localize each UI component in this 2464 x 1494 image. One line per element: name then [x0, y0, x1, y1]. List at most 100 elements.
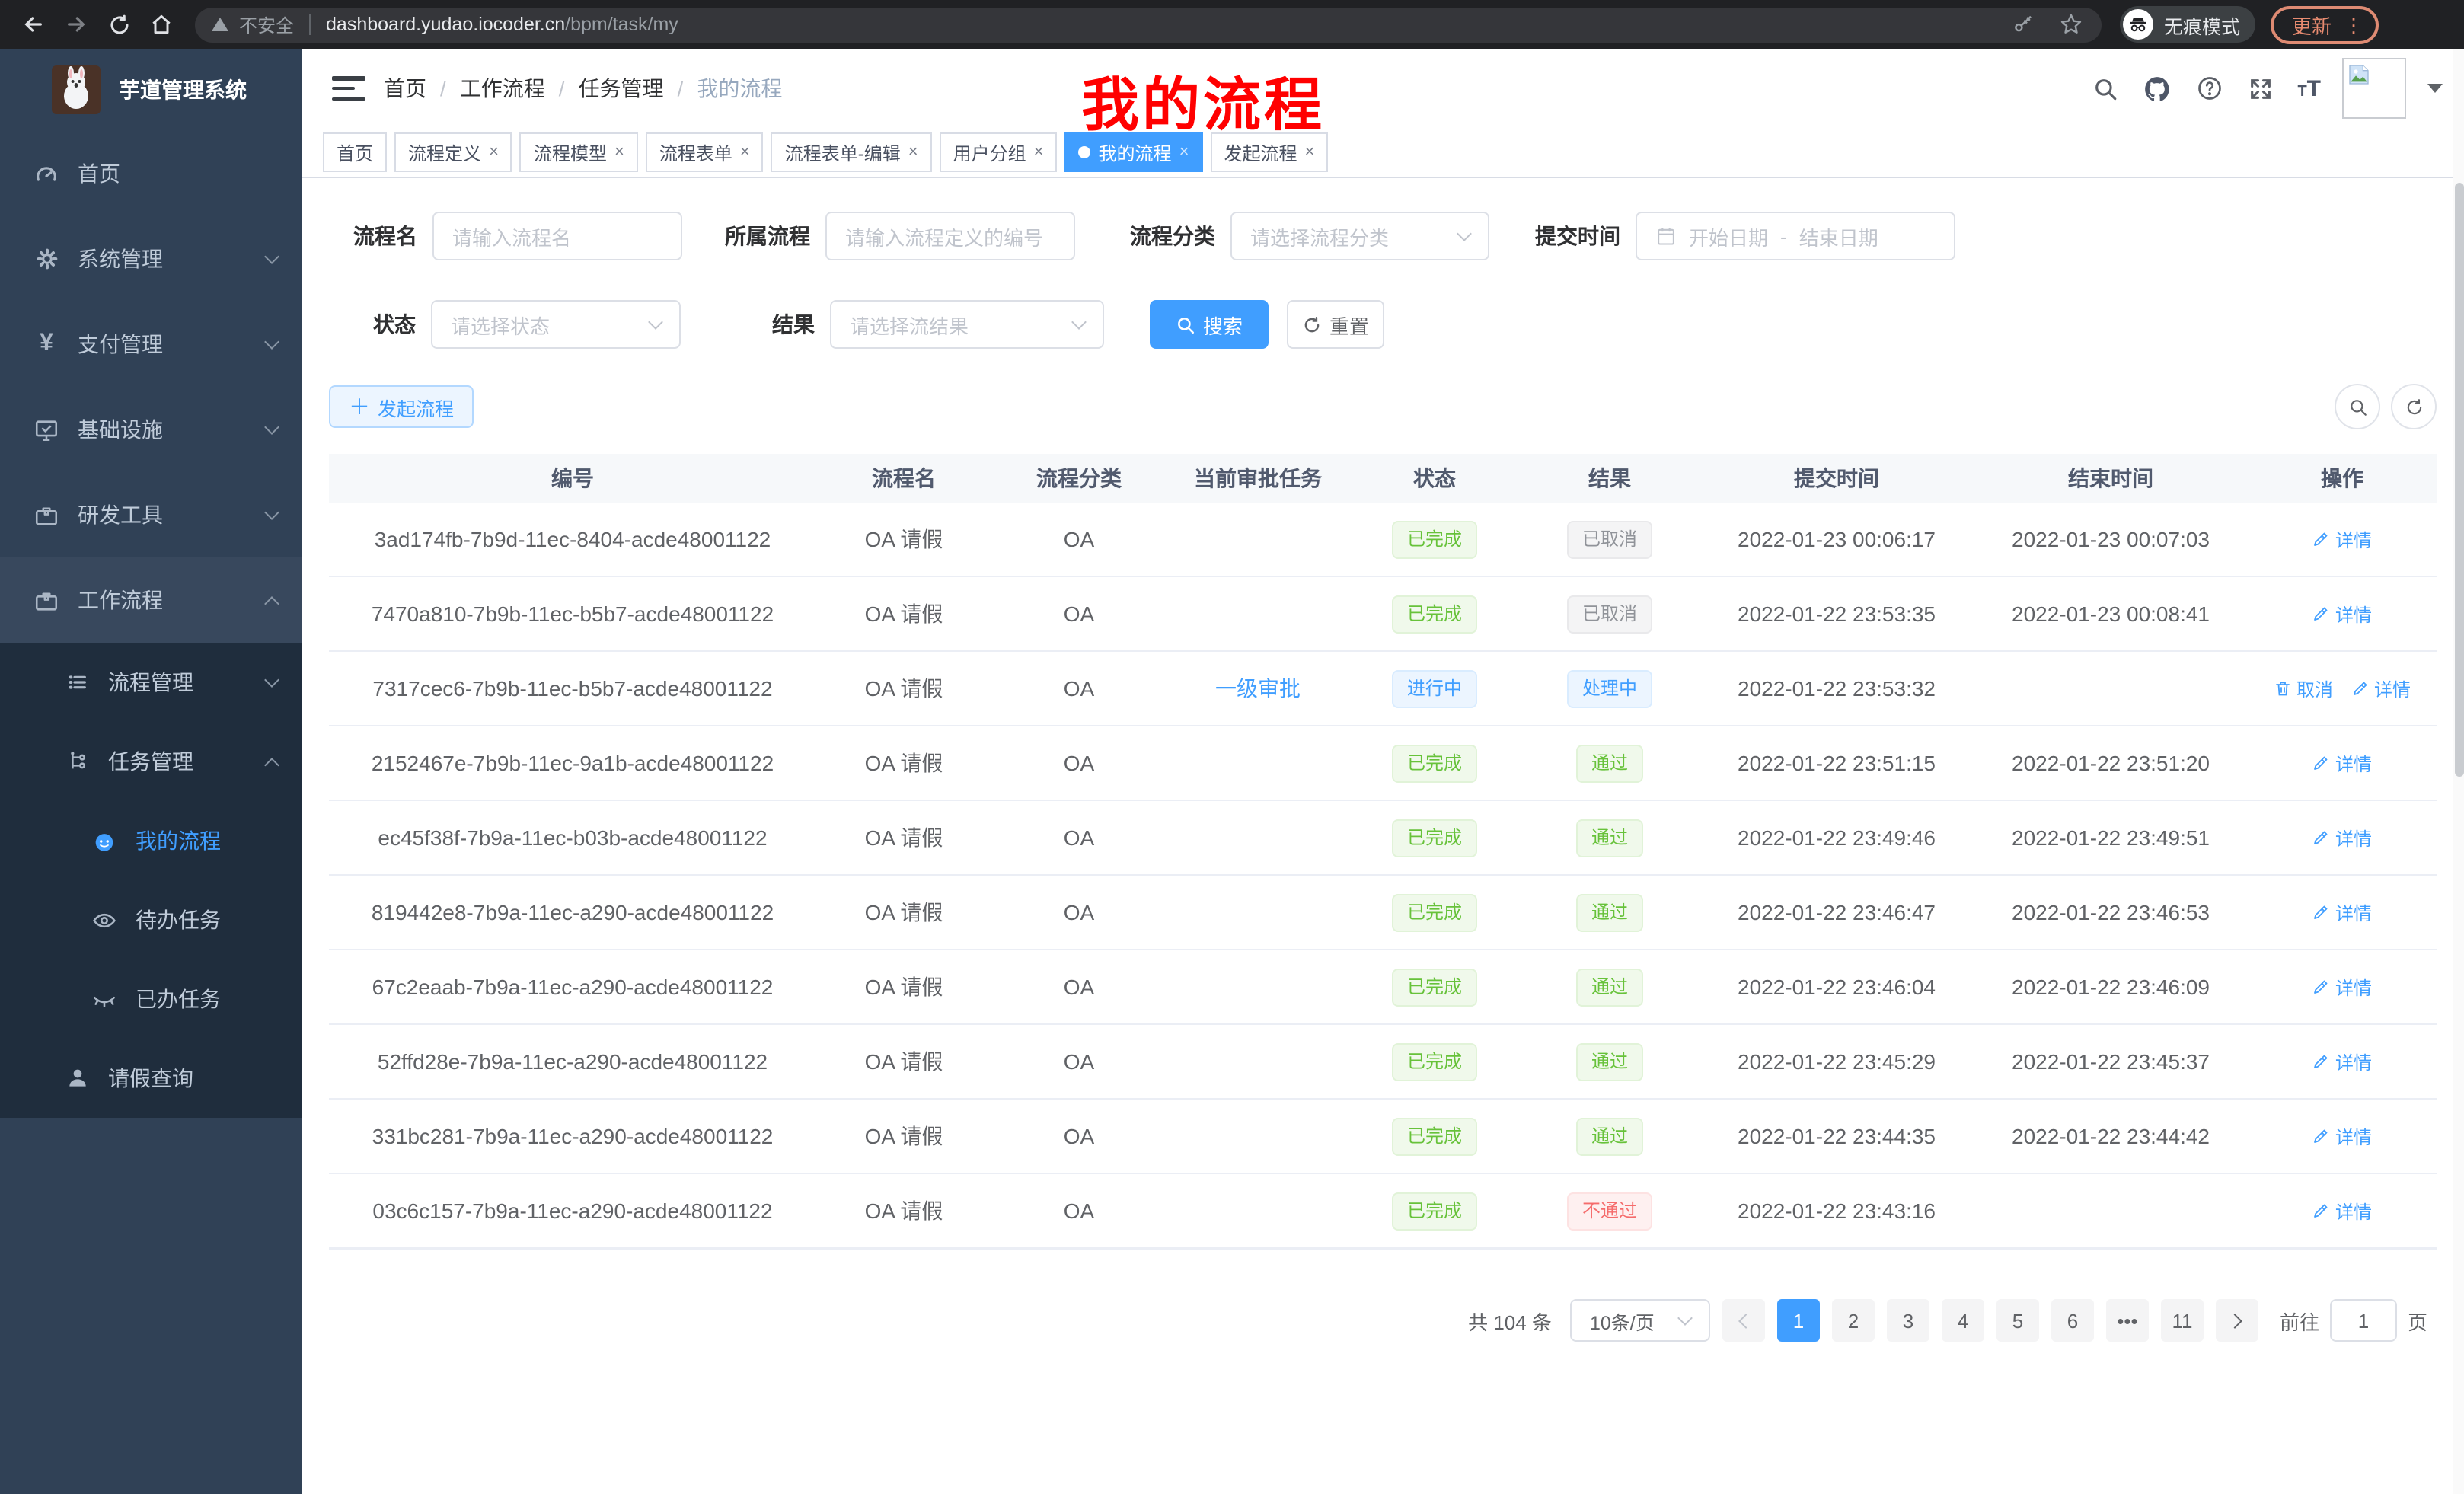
detail-link[interactable]: 详情: [2312, 1123, 2372, 1149]
breadcrumb-task-mgmt[interactable]: 任务管理: [579, 73, 664, 104]
tab-close-icon[interactable]: ×: [1304, 143, 1314, 161]
scrollbar-track[interactable]: [2453, 49, 2464, 1494]
sidebar-item-done-tasks[interactable]: 已办任务: [0, 959, 302, 1039]
result-select[interactable]: 请选择流结果: [830, 300, 1104, 349]
tab-label: 首页: [337, 139, 373, 165]
sidebar-item-my-process[interactable]: 我的流程: [0, 801, 302, 880]
browser-back-icon[interactable]: [12, 3, 55, 46]
search-button[interactable]: 搜索: [1150, 300, 1269, 349]
prev-page-button[interactable]: [1722, 1299, 1765, 1342]
process-name: OA 请假: [816, 748, 991, 778]
bookmark-star-icon[interactable]: [2056, 9, 2086, 40]
sidebar-item-workflow[interactable]: 工作流程: [0, 557, 302, 643]
help-icon[interactable]: [2194, 73, 2224, 104]
page-size-select[interactable]: 10条/页: [1570, 1299, 1710, 1342]
tab[interactable]: 流程表单-编辑 ×: [771, 132, 932, 172]
tab[interactable]: 首页 ×: [323, 132, 387, 172]
page-number-button[interactable]: 4: [1942, 1299, 1984, 1342]
sidebar-item-todo-tasks[interactable]: 待办任务: [0, 880, 302, 959]
cancel-link[interactable]: 取消: [2274, 675, 2333, 701]
browser-update-button[interactable]: 更新 ⋮: [2271, 5, 2379, 43]
url-host: dashboard.yudao.iocoder.cn: [326, 14, 565, 35]
process-name: OA 请假: [816, 1121, 991, 1151]
tab-close-icon[interactable]: ×: [908, 143, 918, 161]
detail-link[interactable]: 详情: [2312, 1049, 2372, 1074]
page-number-button[interactable]: 3: [1887, 1299, 1929, 1342]
sidebar-item-home[interactable]: 首页: [0, 131, 302, 216]
tab-close-icon[interactable]: ×: [740, 143, 750, 161]
tab[interactable]: 用户分组 ×: [940, 132, 1058, 172]
process-name-input[interactable]: 请输入流程名: [432, 212, 682, 260]
page-number-button[interactable]: 6: [2051, 1299, 2094, 1342]
page-number-button[interactable]: 11: [2161, 1299, 2204, 1342]
status-badge: 已完成: [1392, 744, 1477, 782]
detail-link[interactable]: 详情: [2312, 750, 2372, 776]
goto-page-input[interactable]: 1: [2330, 1299, 2397, 1342]
key-icon[interactable]: [2007, 9, 2038, 40]
tab-close-icon[interactable]: ×: [489, 143, 499, 161]
browser-menu-icon[interactable]: ⋮: [2344, 18, 2363, 31]
sidebar-item-process-mgmt[interactable]: 流程管理: [0, 643, 302, 722]
table-row: 3ad174fb-7b9d-11ec-8404-acde48001122 OA …: [329, 503, 2437, 577]
category-select[interactable]: 请选择流程分类: [1230, 212, 1489, 260]
breadcrumb-workflow[interactable]: 工作流程: [460, 73, 545, 104]
submit-time: 2022-01-23 00:06:17: [1700, 527, 1974, 551]
status-select[interactable]: 请选择状态: [431, 300, 681, 349]
tab-label: 发起流程: [1224, 139, 1297, 165]
tab[interactable]: 流程定义 ×: [394, 132, 512, 172]
fullscreen-icon[interactable]: [2245, 73, 2276, 104]
process-name: OA 请假: [816, 1196, 991, 1226]
detail-link[interactable]: 详情: [2312, 1198, 2372, 1224]
end-time: 2022-01-23 00:07:03: [1974, 527, 2248, 551]
tab-close-icon[interactable]: ×: [1179, 143, 1189, 161]
sidebar-item-system[interactable]: 系统管理: [0, 216, 302, 302]
tab[interactable]: 流程模型 ×: [520, 132, 638, 172]
next-page-button[interactable]: [2216, 1299, 2258, 1342]
detail-link[interactable]: 详情: [2351, 675, 2411, 701]
avatar-caret-icon[interactable]: [2427, 84, 2443, 93]
browser-forward-icon[interactable]: [55, 3, 97, 46]
logo-image: [52, 65, 101, 114]
font-size-icon[interactable]: TT: [2297, 75, 2321, 101]
detail-link[interactable]: 详情: [2312, 526, 2372, 552]
address-bar[interactable]: 不安全 dashboard.yudao.iocoder.cn/bpm/task/…: [195, 7, 2102, 42]
github-icon[interactable]: [2142, 73, 2172, 104]
detail-link[interactable]: 详情: [2312, 974, 2372, 1000]
not-secure-label[interactable]: 不安全: [239, 11, 294, 37]
page-number-button[interactable]: 2: [1832, 1299, 1875, 1342]
process-key-input[interactable]: 请输入流程定义的编号: [825, 212, 1075, 260]
detail-link[interactable]: 详情: [2312, 899, 2372, 925]
scrollbar-thumb[interactable]: [2454, 183, 2463, 777]
briefcase-icon: [34, 587, 59, 613]
current-task-link[interactable]: 一级审批: [1215, 673, 1301, 704]
reset-button[interactable]: 重置: [1287, 300, 1384, 349]
tab-close-icon[interactable]: ×: [1034, 143, 1044, 161]
detail-link[interactable]: 详情: [2312, 601, 2372, 627]
date-range-input[interactable]: 开始日期 - 结束日期: [1636, 212, 1955, 260]
process-category: OA: [991, 602, 1167, 626]
start-process-button[interactable]: ＋ 发起流程: [329, 385, 474, 428]
avatar[interactable]: [2342, 58, 2406, 119]
browser-home-icon[interactable]: [140, 3, 183, 46]
plus-icon: ＋: [349, 396, 370, 417]
end-time: 2022-01-22 23:49:51: [1974, 825, 2248, 850]
breadcrumb-home[interactable]: 首页: [384, 73, 426, 104]
detail-link[interactable]: 详情: [2312, 825, 2372, 851]
search-icon[interactable]: [2090, 73, 2121, 104]
sidebar-item-infra[interactable]: 基础设施: [0, 387, 302, 472]
tab[interactable]: 流程表单 ×: [646, 132, 764, 172]
app-logo[interactable]: 芋道管理系统: [0, 49, 302, 131]
toggle-search-button[interactable]: [2335, 384, 2380, 429]
page-number-button[interactable]: •••: [2106, 1299, 2149, 1342]
sidebar-collapse-icon[interactable]: [332, 76, 365, 101]
refresh-button[interactable]: [2391, 384, 2437, 429]
sidebar-item-task-mgmt[interactable]: 任务管理: [0, 722, 302, 801]
filter-name-label: 流程名: [353, 221, 417, 251]
browser-reload-icon[interactable]: [97, 3, 140, 46]
page-number-button[interactable]: 5: [1996, 1299, 2039, 1342]
sidebar-item-dev[interactable]: 研发工具: [0, 472, 302, 557]
sidebar-item-leave-query[interactable]: 请假查询: [0, 1039, 302, 1118]
sidebar-item-pay[interactable]: ¥ 支付管理: [0, 302, 302, 387]
tab-close-icon[interactable]: ×: [614, 143, 624, 161]
page-number-button[interactable]: 1: [1777, 1299, 1820, 1342]
